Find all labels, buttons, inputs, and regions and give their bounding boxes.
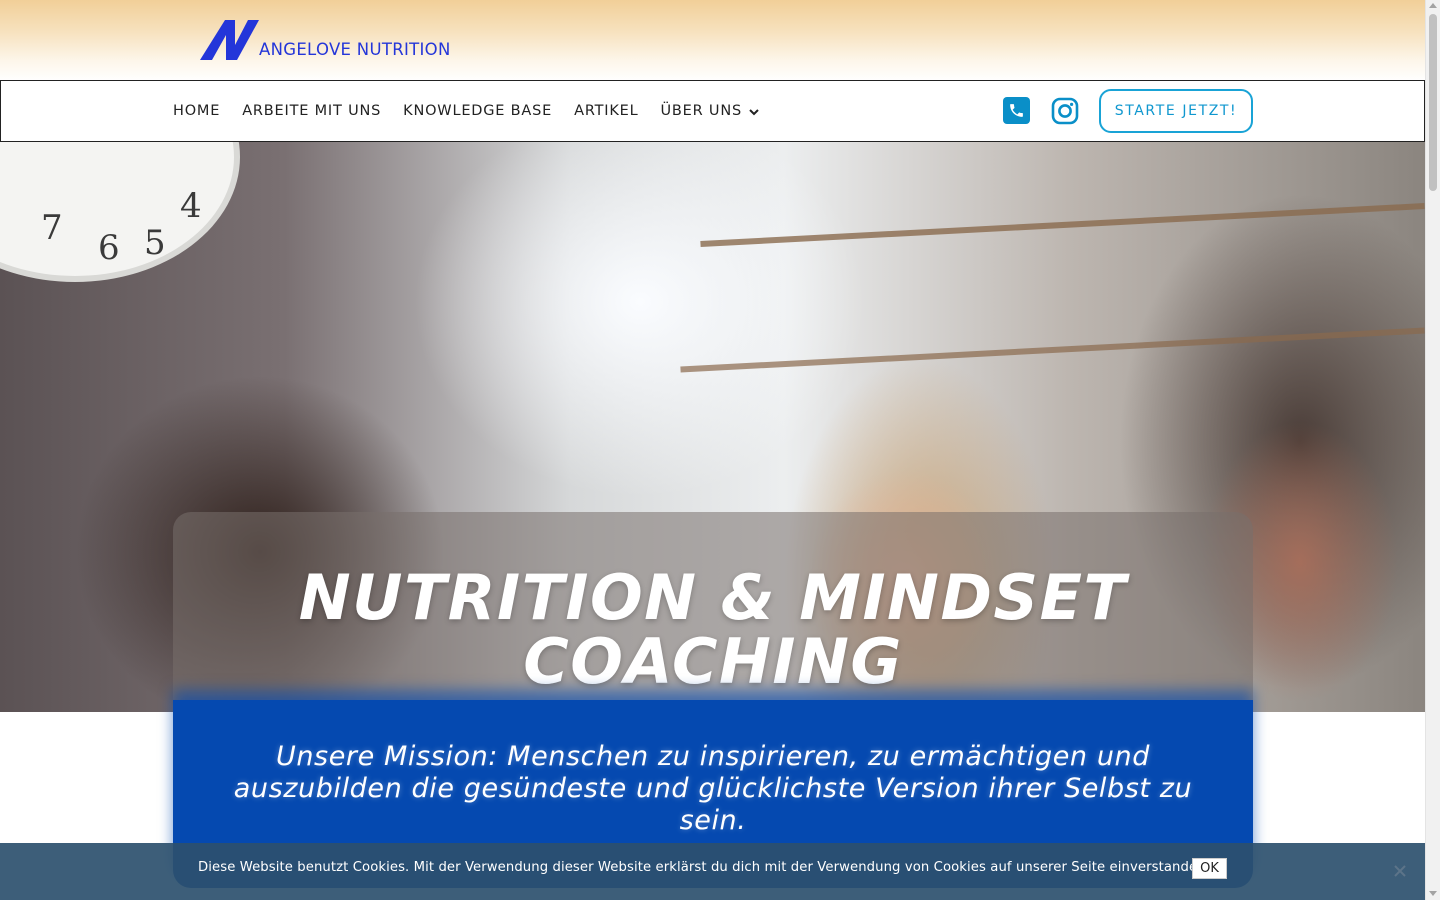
- hero-headline-line2: COACHING: [523, 625, 903, 698]
- nav-item-knowledge-base[interactable]: KNOWLEDGE BASE: [403, 103, 552, 119]
- nav-item-ueber-uns-label: ÜBER UNS: [660, 103, 742, 119]
- main-menu: HOME ARBEITE MIT UNS KNOWLEDGE BASE ARTI…: [173, 81, 782, 141]
- hero-headline: NUTRITION & MINDSET COACHING: [173, 566, 1253, 694]
- scroll-thumb[interactable]: [1429, 14, 1437, 191]
- cookie-bar: Diese Website benutzt Cookies. Mit der V…: [0, 843, 1425, 900]
- nav-item-home[interactable]: HOME: [173, 103, 220, 119]
- nav-item-ueber-uns[interactable]: ÜBER UNS: [661, 103, 760, 119]
- wall-clock-graphic: 7 6 5 4: [0, 142, 240, 282]
- main-navbar: HOME ARBEITE MIT UNS KNOWLEDGE BASE ARTI…: [0, 80, 1425, 142]
- close-icon[interactable]: [1393, 864, 1407, 878]
- shelf-graphic: [680, 327, 1425, 373]
- mission-statement: Unsere Mission: Menschen zu inspirieren,…: [233, 741, 1193, 836]
- nav-item-arbeite-mit-uns[interactable]: ARBEITE MIT UNS: [242, 103, 381, 119]
- header-logo-band: ANGELOVE NUTRITION: [0, 0, 1425, 81]
- cookie-ok-button[interactable]: OK: [1192, 858, 1227, 879]
- chevron-down-icon: [749, 109, 759, 116]
- logo-text: ANGELOVE NUTRITION: [259, 40, 451, 59]
- phone-icon[interactable]: [1003, 97, 1030, 124]
- logo-mark-icon: [200, 20, 259, 60]
- shelf-graphic: [700, 203, 1425, 247]
- scroll-down-arrow-icon[interactable]: [1429, 891, 1437, 896]
- hero-headline-line1: NUTRITION & MINDSET: [298, 561, 1128, 634]
- cookie-notice-text: Diese Website benutzt Cookies. Mit der V…: [198, 860, 1210, 875]
- phone-glyph-icon: [1010, 104, 1023, 117]
- scroll-up-arrow-icon[interactable]: [1429, 3, 1437, 8]
- nav-item-artikel[interactable]: ARTIKEL: [574, 103, 638, 119]
- site-logo[interactable]: ANGELOVE NUTRITION: [199, 19, 451, 61]
- starte-jetzt-button[interactable]: STARTE JETZT!: [1099, 89, 1253, 133]
- instagram-icon[interactable]: [1051, 97, 1079, 125]
- page-scrollbar[interactable]: [1425, 0, 1440, 900]
